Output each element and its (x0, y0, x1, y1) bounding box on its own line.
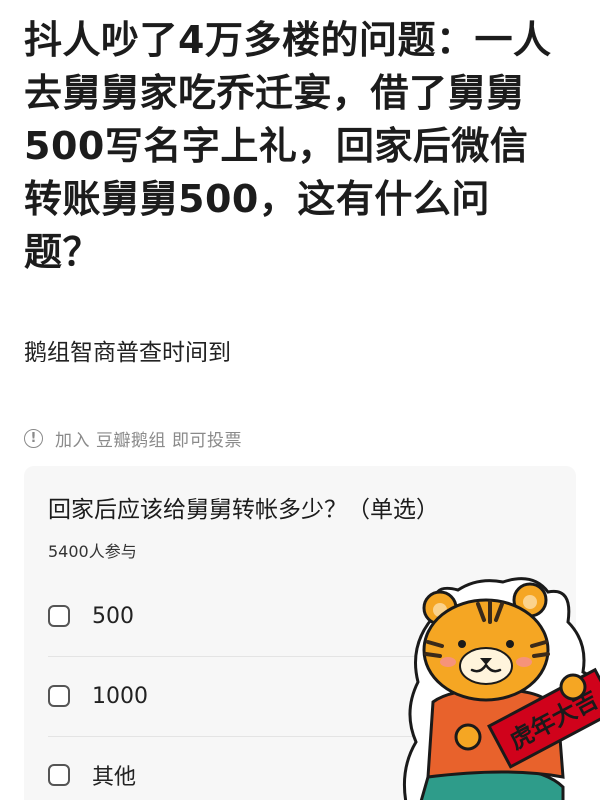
poll-question: 回家后应该给舅舅转帐多少？（单选） (48, 497, 439, 523)
post-title: 抖人吵了4万多楼的问题：一人去舅舅家吃乔迁宴，借了舅舅500写名字上礼，回家后微… (24, 18, 552, 274)
checkbox-icon[interactable] (48, 764, 70, 786)
poll-option-label: 1000 (92, 683, 148, 709)
notice-join-label: 加入 (55, 431, 90, 451)
notice-text: 加入 豆瓣鹅组 即可投票 (55, 426, 248, 451)
poll-participant-count: 5400人参与 (48, 542, 137, 561)
poll-option-label: 500 (92, 603, 134, 629)
checkbox-icon[interactable] (48, 685, 70, 707)
post-page: 抖人吵了4万多楼的问题：一人去舅舅家吃乔迁宴，借了舅舅500写名字上礼，回家后微… (0, 0, 600, 800)
tiger-sticker-icon: 虎年大吉 (402, 577, 600, 800)
checkbox-icon[interactable] (48, 605, 70, 627)
post-subtitle: 鹅组智商普查时间到 (24, 340, 231, 366)
poll-option-label: 其他 (92, 765, 137, 790)
notice-group-link[interactable]: 豆瓣鹅组 (96, 431, 166, 451)
info-icon: ! (24, 429, 43, 448)
vote-join-notice: ! 加入 豆瓣鹅组 即可投票 (24, 426, 248, 451)
notice-suffix: 即可投票 (172, 431, 242, 451)
